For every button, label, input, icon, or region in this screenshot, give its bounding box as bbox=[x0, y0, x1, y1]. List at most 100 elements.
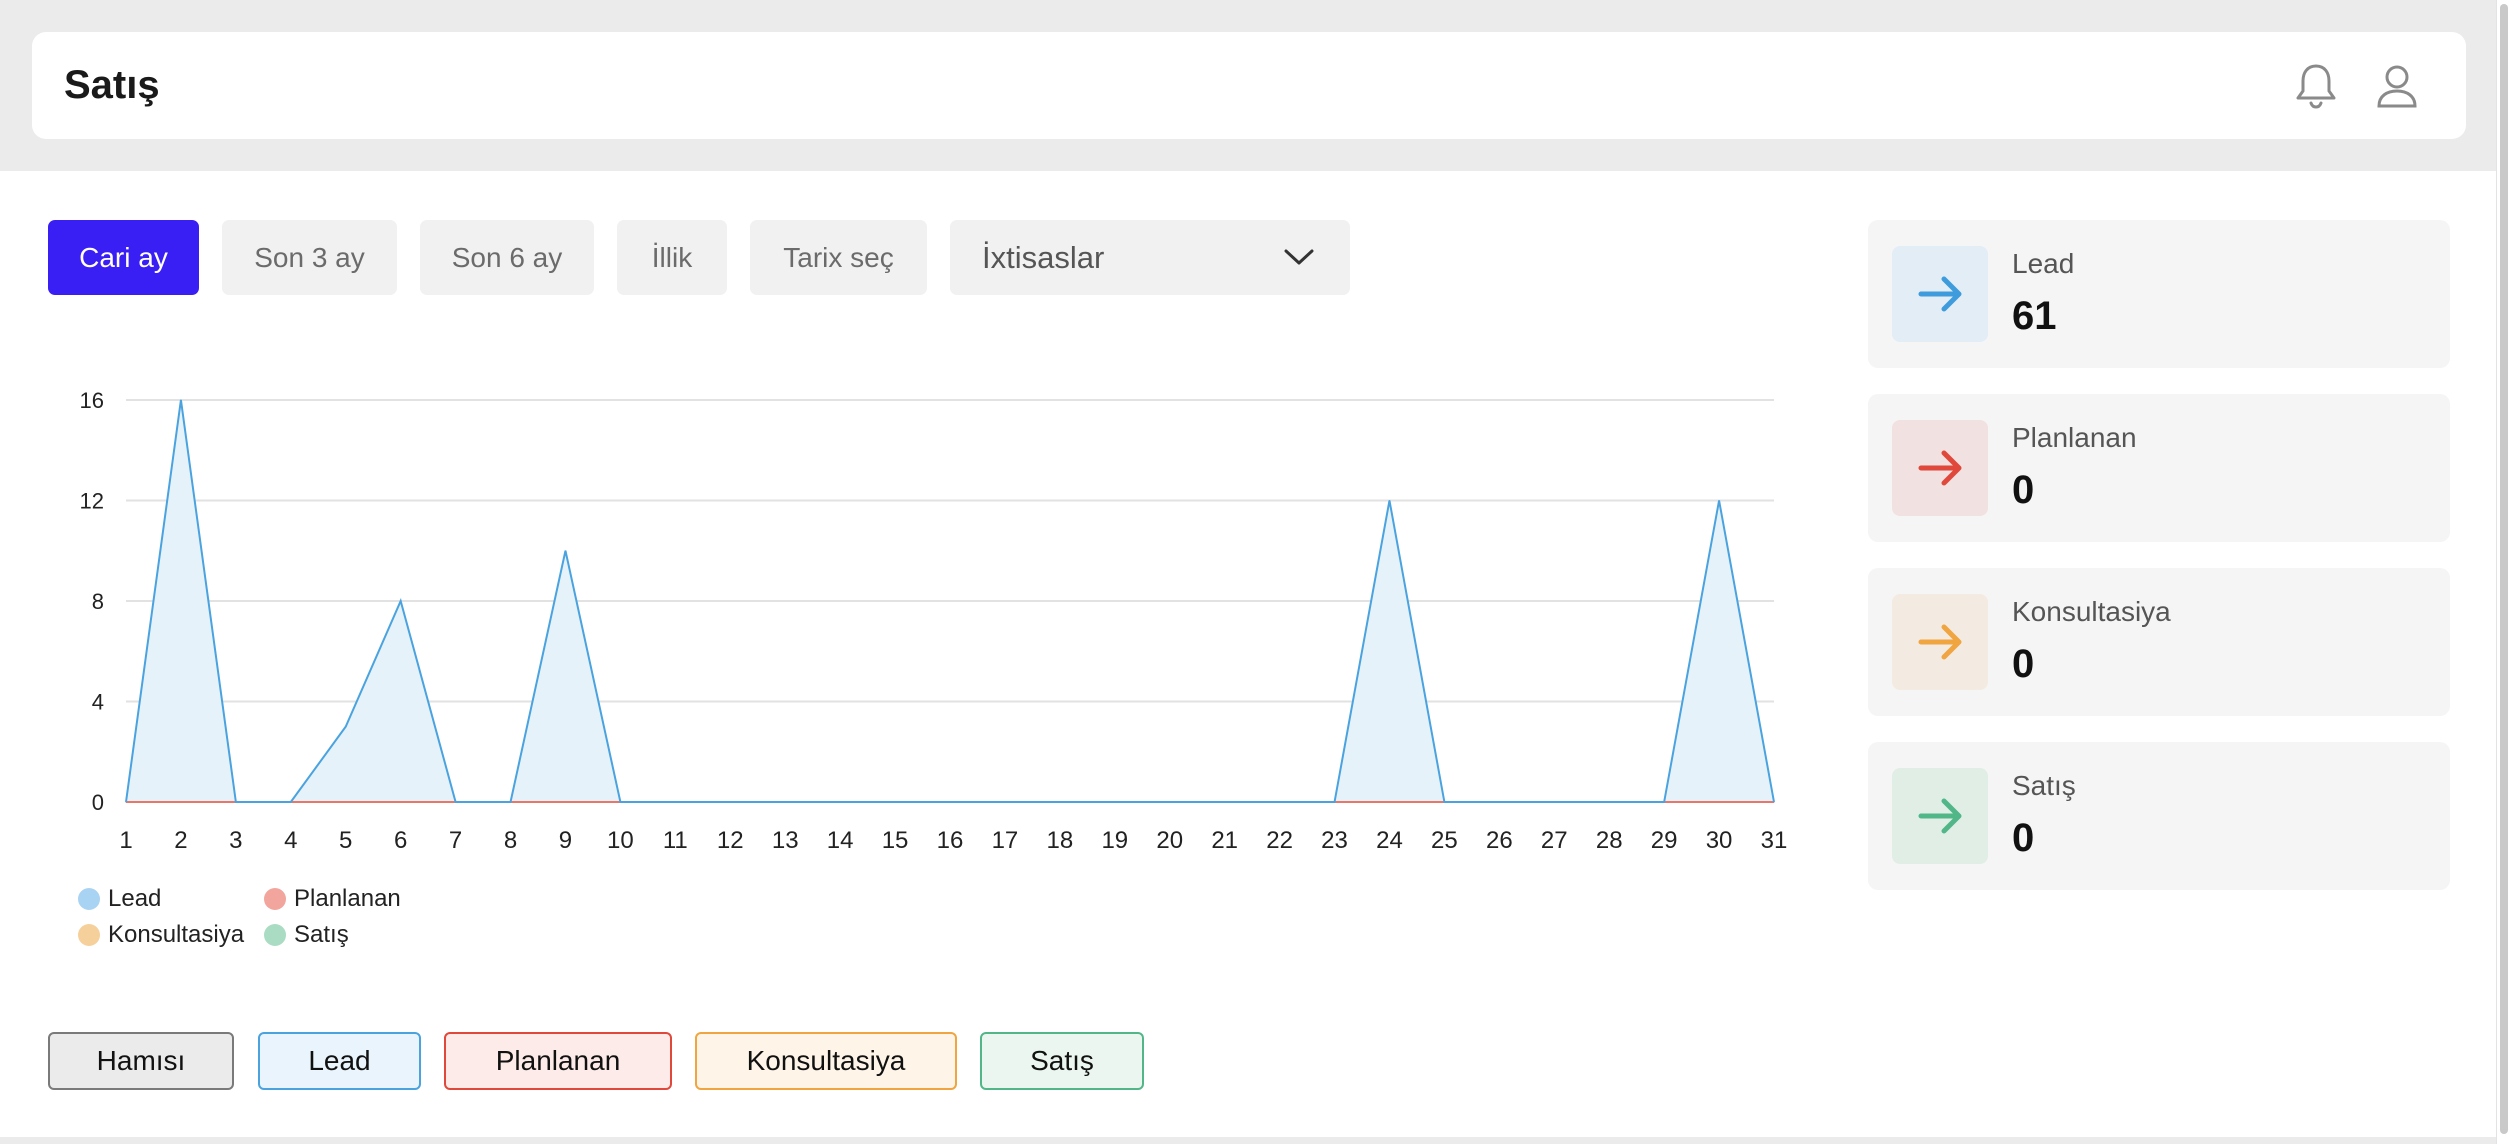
stat-label: Planlanan bbox=[2012, 422, 2137, 453]
x-tick-label: 19 bbox=[1101, 827, 1128, 854]
x-tick-label: 17 bbox=[992, 827, 1019, 854]
toggle-all-button[interactable]: Hamısı bbox=[48, 1032, 234, 1090]
x-tick-label: 1 bbox=[119, 827, 132, 854]
top-bar: Satış bbox=[32, 32, 2466, 139]
data-point bbox=[1334, 801, 1336, 803]
scrollbar-thumb[interactable] bbox=[2500, 4, 2508, 1134]
arrow-right-icon bbox=[1892, 594, 1988, 690]
legend-label: Satış bbox=[294, 921, 349, 948]
data-point bbox=[400, 801, 402, 803]
scrollbar[interactable] bbox=[2496, 0, 2510, 1144]
x-tick-label: 14 bbox=[827, 827, 854, 854]
data-point bbox=[564, 801, 566, 803]
stat-label: Lead bbox=[2012, 248, 2075, 279]
y-tick-label: 12 bbox=[80, 489, 104, 514]
legend-label: Konsultasiya bbox=[108, 921, 245, 948]
x-tick-label: 6 bbox=[394, 827, 407, 854]
legend-lead[interactable]: Lead bbox=[78, 884, 161, 914]
x-tick-label: 31 bbox=[1761, 827, 1788, 854]
page-title: Satış bbox=[64, 63, 160, 107]
x-tick-label: 2 bbox=[174, 827, 187, 854]
x-tick-label: 8 bbox=[504, 827, 517, 854]
legend-label: Planlanan bbox=[294, 885, 401, 912]
x-tick-label: 30 bbox=[1706, 827, 1733, 854]
data-point bbox=[180, 801, 182, 803]
x-tick-label: 16 bbox=[937, 827, 964, 854]
x-tick-label: 25 bbox=[1431, 827, 1458, 854]
x-tick-label: 18 bbox=[1047, 827, 1074, 854]
toggle-consultation-button[interactable]: Konsultasiya bbox=[695, 1032, 957, 1090]
legend-planned[interactable]: Planlanan bbox=[264, 884, 401, 914]
arrow-right-icon bbox=[1892, 420, 1988, 516]
data-point bbox=[1773, 801, 1775, 803]
data-point bbox=[1608, 801, 1610, 803]
stat-value: 61 bbox=[2012, 294, 2057, 338]
specialties-select[interactable]: İxtisaslar bbox=[950, 220, 1350, 295]
x-tick-label: 13 bbox=[772, 827, 799, 854]
app-root: Satış Cari ay Son 3 ay Son 6 ay İllik Ta… bbox=[0, 0, 2510, 1144]
x-tick-label: 29 bbox=[1651, 827, 1678, 854]
legend-dot bbox=[78, 924, 100, 946]
specialties-select-value: İxtisaslar bbox=[982, 239, 1105, 275]
data-point bbox=[125, 801, 127, 803]
data-point bbox=[345, 726, 347, 728]
data-point bbox=[1718, 500, 1720, 501]
x-tick-label: 15 bbox=[882, 827, 909, 854]
data-point bbox=[290, 801, 292, 803]
bell-icon[interactable] bbox=[2290, 60, 2342, 112]
data-point bbox=[345, 801, 347, 803]
filter-last-6-months-button[interactable]: Son 6 ay bbox=[420, 220, 594, 295]
x-tick-label: 20 bbox=[1156, 827, 1183, 854]
data-point bbox=[729, 801, 731, 803]
data-point bbox=[1004, 801, 1006, 803]
x-tick-label: 23 bbox=[1321, 827, 1348, 854]
y-tick-label: 0 bbox=[92, 790, 104, 815]
data-point bbox=[1388, 500, 1390, 501]
data-point bbox=[235, 801, 237, 803]
x-tick-label: 26 bbox=[1486, 827, 1513, 854]
data-point bbox=[180, 399, 182, 401]
data-point bbox=[1388, 801, 1390, 803]
y-tick-label: 16 bbox=[80, 388, 104, 413]
data-point bbox=[564, 550, 566, 552]
filter-last-3-months-button[interactable]: Son 3 ay bbox=[222, 220, 397, 295]
data-point bbox=[1169, 801, 1171, 803]
toggle-planned-button[interactable]: Planlanan bbox=[444, 1032, 672, 1090]
data-point bbox=[894, 801, 896, 803]
daily-sales-chart: 04812161 2 3 4 5 6 7 8 9 10 11 12 13 14 15 16 17 18 19 20 21… bbox=[80, 388, 1788, 854]
x-tick-label: 22 bbox=[1266, 827, 1293, 854]
legend-dot bbox=[264, 924, 286, 946]
x-tick-label: 28 bbox=[1596, 827, 1623, 854]
stat-value: 0 bbox=[2012, 642, 2035, 686]
x-tick-label: 9 bbox=[559, 827, 572, 854]
x-tick-label: 7 bbox=[449, 827, 462, 854]
y-tick-label: 8 bbox=[92, 589, 104, 614]
data-point bbox=[619, 801, 621, 803]
filter-yearly-button[interactable]: İllik bbox=[617, 220, 727, 295]
toggle-lead-button[interactable]: Lead bbox=[258, 1032, 421, 1090]
data-point bbox=[674, 801, 676, 803]
x-tick-label: 5 bbox=[339, 827, 352, 854]
stat-label: Konsultasiya bbox=[2012, 596, 2171, 627]
x-tick-label: 3 bbox=[229, 827, 242, 854]
x-tick-label: 11 bbox=[663, 827, 688, 854]
x-tick-label: 10 bbox=[607, 827, 634, 854]
data-point bbox=[1553, 801, 1555, 803]
filter-pick-date-button[interactable]: Tarix seç bbox=[750, 220, 927, 295]
data-point bbox=[1663, 801, 1665, 803]
arrow-right-icon bbox=[1892, 768, 1988, 864]
data-point bbox=[839, 801, 841, 803]
toggle-sale-button[interactable]: Satış bbox=[980, 1032, 1144, 1090]
data-point bbox=[455, 801, 457, 803]
data-point bbox=[1059, 801, 1061, 803]
legend-consultation[interactable]: Konsultasiya bbox=[78, 920, 244, 950]
data-point bbox=[1279, 801, 1281, 803]
legend-label: Lead bbox=[108, 885, 162, 912]
x-tick-label: 27 bbox=[1541, 827, 1568, 854]
data-point bbox=[510, 801, 512, 803]
user-icon[interactable] bbox=[2371, 60, 2423, 112]
x-tick-label: 24 bbox=[1376, 827, 1403, 854]
filter-current-month-button[interactable]: Cari ay bbox=[48, 220, 199, 295]
data-point bbox=[1224, 801, 1226, 803]
legend-sale[interactable]: Satış bbox=[264, 920, 349, 950]
